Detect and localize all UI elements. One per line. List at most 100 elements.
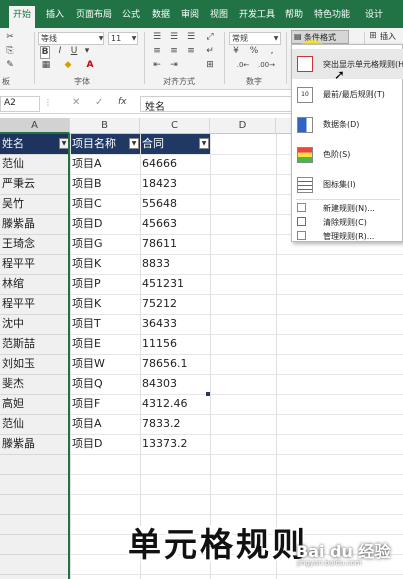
text-orientation-icon[interactable]: ⤢	[203, 32, 217, 43]
currency-icon[interactable]: ¥	[230, 46, 242, 57]
table-cell[interactable]: 项目D	[70, 434, 140, 454]
align-right-icon[interactable]: ≡	[184, 46, 198, 57]
tab-data[interactable]: 数据	[149, 6, 173, 24]
tab-view[interactable]: 视图	[207, 6, 231, 24]
chevron-down-icon[interactable]: ▼	[130, 33, 138, 44]
table-cell[interactable]: 项目D	[70, 214, 140, 234]
table-cell[interactable]: 项目Q	[70, 374, 140, 394]
tab-developer[interactable]: 开发工具	[237, 6, 277, 24]
menu-item-highlight-rules[interactable]: 突出显示单元格规则(H)	[292, 49, 403, 79]
decrease-decimal-icon[interactable]: .00→	[258, 60, 275, 71]
bold-icon[interactable]: B	[40, 46, 50, 59]
tab-design[interactable]: 设计	[360, 6, 388, 24]
border-icon[interactable]: ▦	[40, 60, 52, 71]
table-cell[interactable]: 55648	[140, 194, 210, 214]
table-cell[interactable]: 项目G	[70, 234, 140, 254]
table-cell[interactable]: 项目C	[70, 194, 140, 214]
tab-review[interactable]: 审阅	[178, 6, 202, 24]
increase-indent-icon[interactable]: ⇥	[167, 60, 181, 71]
menu-item-manage-rules[interactable]: 管理规则(R)...	[292, 229, 403, 243]
table-cell[interactable]: 项目P	[70, 274, 140, 294]
chevron-down-icon[interactable]: ▼	[97, 33, 105, 44]
menu-item-top-bottom-rules[interactable]: 10 最前/最后规则(T)	[292, 81, 403, 109]
cancel-icon[interactable]: ✕	[72, 97, 80, 108]
enter-icon[interactable]: ✓	[95, 97, 103, 108]
insert-function-icon[interactable]: fx	[118, 97, 127, 107]
tab-special[interactable]: 特色功能	[312, 6, 352, 24]
menu-item-data-bars[interactable]: 数据条(D)	[292, 111, 403, 139]
table-cell[interactable]: 项目K	[70, 254, 140, 274]
chevron-down-icon[interactable]: ▾	[82, 46, 92, 57]
merge-cells-icon[interactable]: ⊞	[203, 60, 217, 71]
italic-icon[interactable]: I	[55, 46, 65, 57]
table-cell[interactable]: 75212	[140, 294, 210, 314]
table-cell[interactable]: 项目A	[70, 414, 140, 434]
percent-icon[interactable]: %	[248, 46, 260, 57]
wrap-text-icon[interactable]: ↵	[203, 46, 217, 57]
table-cell[interactable]: 45663	[140, 214, 210, 234]
table-cell[interactable]: 84303	[140, 374, 210, 394]
tab-help[interactable]: 帮助	[282, 6, 306, 24]
filter-dropdown-icon[interactable]: ▼	[129, 138, 139, 149]
table-cell[interactable]: 4312.46	[140, 394, 210, 414]
font-name-select[interactable]: 等线	[38, 32, 104, 45]
table-cell[interactable]: 项目K	[70, 294, 140, 314]
filter-dropdown-icon[interactable]: ▼	[199, 138, 209, 149]
align-middle-icon[interactable]: ☰	[167, 32, 181, 43]
insert-cells-label[interactable]: 插入	[380, 31, 396, 42]
menu-item-color-scales[interactable]: 色阶(S)	[292, 141, 403, 169]
align-bottom-icon[interactable]: ☰	[184, 32, 198, 43]
table-cell[interactable]: 项目W	[70, 354, 140, 374]
cut-icon[interactable]: ✂	[4, 32, 16, 43]
table-cell[interactable]: 项目A	[70, 154, 140, 174]
table-cell[interactable]: 78656.1	[140, 354, 210, 374]
menu-item-new-rule[interactable]: 新建规则(N)...	[292, 201, 403, 215]
menu-item-clear-rules[interactable]: 清除规则(C)	[292, 215, 403, 229]
table-cell[interactable]: 7833.2	[140, 414, 210, 434]
table-cell[interactable]: 11156	[140, 334, 210, 354]
highlight-rules-icon	[297, 56, 313, 72]
table-cell[interactable]: 项目F	[70, 394, 140, 414]
table-cell[interactable]: 13373.2	[140, 434, 210, 454]
decrease-indent-icon[interactable]: ⇤	[150, 60, 164, 71]
watermark-url: jingyan.baidu.com	[297, 559, 362, 567]
tab-insert[interactable]: 插入	[42, 6, 68, 24]
menu-item-icon-sets[interactable]: 图标集(I)	[292, 171, 403, 199]
more-icon: ⋮	[44, 98, 52, 107]
font-color-icon[interactable]: A	[84, 60, 96, 71]
table-cell[interactable]: 项目E	[70, 334, 140, 354]
tab-home[interactable]: 开始	[9, 6, 35, 28]
table-cell[interactable]: 36433	[140, 314, 210, 334]
align-left-icon[interactable]: ≡	[150, 46, 164, 57]
insert-cells-icon[interactable]: ⊞	[368, 31, 378, 42]
column-header-b[interactable]: B	[70, 118, 140, 134]
column-header-d[interactable]: D	[210, 118, 276, 134]
tab-formulas[interactable]: 公式	[119, 6, 143, 24]
column-header-a[interactable]: A	[0, 118, 70, 134]
increase-decimal-icon[interactable]: .0←	[236, 60, 250, 71]
comma-style-icon[interactable]: ,	[266, 46, 278, 57]
header-cell[interactable]: 合同 ▼	[140, 134, 210, 154]
header-cell[interactable]: 项目名称 ▼	[70, 134, 140, 154]
underline-icon[interactable]: U	[69, 46, 79, 57]
table-cell[interactable]: 项目B	[70, 174, 140, 194]
table-cell[interactable]: 项目T	[70, 314, 140, 334]
selected-column-a	[0, 134, 70, 579]
column-header-c[interactable]: C	[140, 118, 210, 134]
chevron-down-icon[interactable]: ▼	[272, 33, 280, 44]
table-resize-handle[interactable]	[206, 392, 210, 396]
align-center-icon[interactable]: ≡	[167, 46, 181, 57]
table-cell[interactable]: 8833	[140, 254, 210, 274]
new-rule-icon	[297, 203, 306, 212]
name-box[interactable]: A2	[0, 96, 40, 112]
fill-color-icon[interactable]: ◆	[62, 60, 74, 71]
table-cell[interactable]: 64666	[140, 154, 210, 174]
conditional-format-menu: 突出显示单元格规则(H) 10 最前/最后规则(T) 数据条(D) 色阶(S) …	[291, 44, 403, 242]
tab-page-layout[interactable]: 页面布局	[74, 6, 114, 24]
align-top-icon[interactable]: ☰	[150, 32, 164, 43]
table-cell[interactable]: 451231	[140, 274, 210, 294]
format-painter-icon[interactable]: ✎	[4, 60, 16, 71]
table-cell[interactable]: 18423	[140, 174, 210, 194]
table-cell[interactable]: 78611	[140, 234, 210, 254]
copy-icon[interactable]: ⎘	[4, 46, 16, 57]
